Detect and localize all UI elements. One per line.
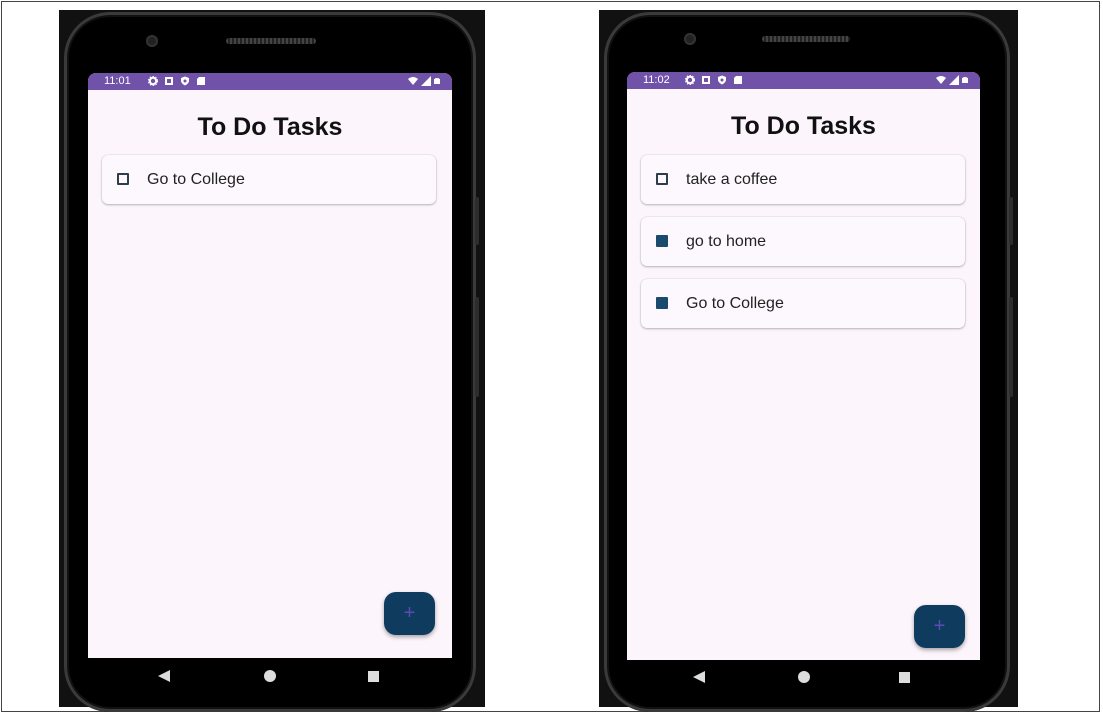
earpiece-speaker	[762, 36, 850, 42]
task-checkbox-checked[interactable]	[656, 235, 668, 247]
task-checkbox[interactable]	[117, 173, 129, 185]
signal-icon	[421, 76, 431, 86]
recents-icon[interactable]	[899, 672, 910, 683]
task-card[interactable]: Go to College	[102, 155, 436, 204]
shield-icon	[718, 75, 726, 85]
status-bar: 11:02	[627, 72, 980, 89]
status-bar: 11:01	[88, 73, 452, 90]
phone-screen: 11:01 To Do Tasks Go to College +	[88, 73, 452, 658]
task-label: Go to College	[147, 171, 245, 188]
task-label: take a coffee	[686, 171, 778, 188]
back-icon[interactable]	[693, 671, 705, 683]
plus-icon: +	[403, 602, 416, 624]
navigation-bar	[88, 658, 452, 698]
front-camera	[684, 33, 696, 45]
home-icon[interactable]	[264, 670, 276, 682]
earpiece-speaker	[226, 38, 316, 44]
task-label: Go to College	[686, 295, 784, 312]
phone-1: 11:01 To Do Tasks Go to College +	[64, 12, 479, 712]
shield-icon	[181, 76, 189, 86]
add-task-button[interactable]: +	[384, 592, 435, 635]
task-card[interactable]: go to home	[641, 217, 965, 266]
power-button	[475, 297, 479, 397]
page-title: To Do Tasks	[197, 113, 343, 141]
wifi-icon	[936, 76, 946, 84]
sd-card-icon	[197, 77, 205, 85]
task-checkbox-checked[interactable]	[656, 297, 668, 309]
volume-button	[475, 197, 479, 245]
add-task-button[interactable]: +	[914, 605, 965, 648]
sd-card-icon	[734, 76, 742, 84]
phone-screen: 11:02 To Do Tasks take a coffee go to ho…	[627, 72, 980, 660]
status-time: 11:02	[643, 74, 670, 86]
settings-icon	[685, 75, 695, 85]
front-camera	[146, 35, 158, 47]
battery-icon	[434, 78, 440, 84]
home-icon[interactable]	[798, 671, 810, 683]
page-title: To Do Tasks	[731, 112, 876, 140]
power-button	[1009, 297, 1013, 397]
task-checkbox[interactable]	[656, 173, 668, 185]
battery-icon	[962, 77, 968, 83]
plus-icon: +	[933, 615, 946, 637]
back-icon[interactable]	[158, 670, 170, 682]
volume-button	[1009, 197, 1013, 245]
navigation-bar	[627, 660, 980, 700]
task-card[interactable]: Go to College	[641, 279, 965, 328]
recents-icon[interactable]	[368, 671, 379, 682]
status-time: 11:01	[104, 75, 131, 87]
task-card[interactable]: take a coffee	[641, 155, 965, 204]
settings-icon	[148, 76, 158, 86]
phone-2: 11:02 To Do Tasks take a coffee go to ho…	[604, 12, 1013, 712]
notification-icon	[165, 77, 173, 85]
notification-icon	[702, 76, 710, 84]
wifi-icon	[408, 77, 418, 85]
task-label: go to home	[686, 233, 767, 250]
signal-icon	[949, 75, 959, 85]
